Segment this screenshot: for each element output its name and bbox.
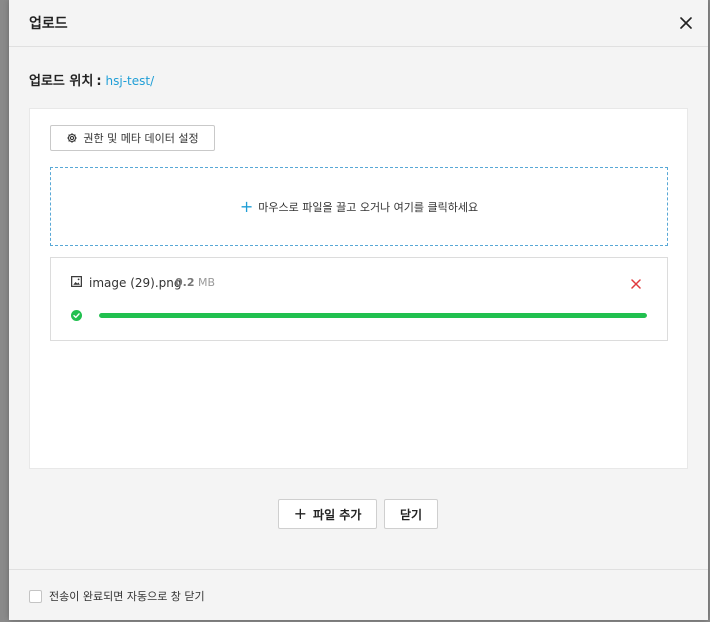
add-file-button[interactable]: + 파일 추가 xyxy=(278,499,377,529)
file-size: 0.2 MB xyxy=(175,276,215,289)
upload-location: 업로드 위치 : hsj-test/ xyxy=(29,70,154,89)
dialog-title: 업로드 xyxy=(29,16,68,32)
gear-icon xyxy=(66,132,78,144)
dialog-footer: 전송이 완료되면 자동으로 창 닫기 xyxy=(9,569,708,620)
dialog-header: 업로드 xyxy=(9,0,708,47)
check-circle-icon xyxy=(71,310,82,321)
file-size-value: 0.2 xyxy=(175,276,195,289)
permissions-metadata-button[interactable]: 권한 및 메타 데이터 설정 xyxy=(50,125,215,151)
image-icon xyxy=(71,276,82,287)
file-size-unit: MB xyxy=(198,276,216,289)
close-dialog-label: 닫기 xyxy=(399,507,423,522)
upload-progress-bar xyxy=(99,313,647,318)
location-separator: : xyxy=(96,74,102,89)
location-path-link[interactable]: hsj-test/ xyxy=(106,74,155,88)
dropzone-text: 마우스로 파일을 끌고 오거나 여기를 클릭하세요 xyxy=(258,200,479,214)
close-dialog-button[interactable]: 닫기 xyxy=(384,499,438,529)
permissions-metadata-label: 권한 및 메타 데이터 설정 xyxy=(83,132,199,145)
plus-icon: + xyxy=(293,504,308,523)
file-name: image (29).png xyxy=(89,276,182,290)
upload-progress-fill xyxy=(99,313,647,318)
add-file-label: 파일 추가 xyxy=(313,507,362,522)
close-button[interactable] xyxy=(676,13,696,33)
close-icon xyxy=(680,17,692,29)
auto-close-checkbox[interactable] xyxy=(29,589,42,603)
auto-close-option[interactable]: 전송이 완료되면 자동으로 창 닫기 xyxy=(29,588,205,604)
plus-icon: + xyxy=(239,196,254,216)
remove-file-button[interactable] xyxy=(629,277,643,291)
auto-close-label: 전송이 완료되면 자동으로 창 닫기 xyxy=(49,590,205,603)
upload-panel: 권한 및 메타 데이터 설정 + 마우스로 파일을 끌고 오거나 여기를 클릭하… xyxy=(29,108,688,469)
upload-dialog: 업로드 업로드 위치 : hsj-test/ 권한 및 메타 데이터 설정 + … xyxy=(9,0,708,620)
file-dropzone[interactable]: + 마우스로 파일을 끌고 오거나 여기를 클릭하세요 xyxy=(50,167,668,246)
remove-icon xyxy=(631,279,641,289)
file-item: image (29).png 0.2 MB xyxy=(50,257,668,341)
location-label: 업로드 위치 xyxy=(29,74,94,89)
